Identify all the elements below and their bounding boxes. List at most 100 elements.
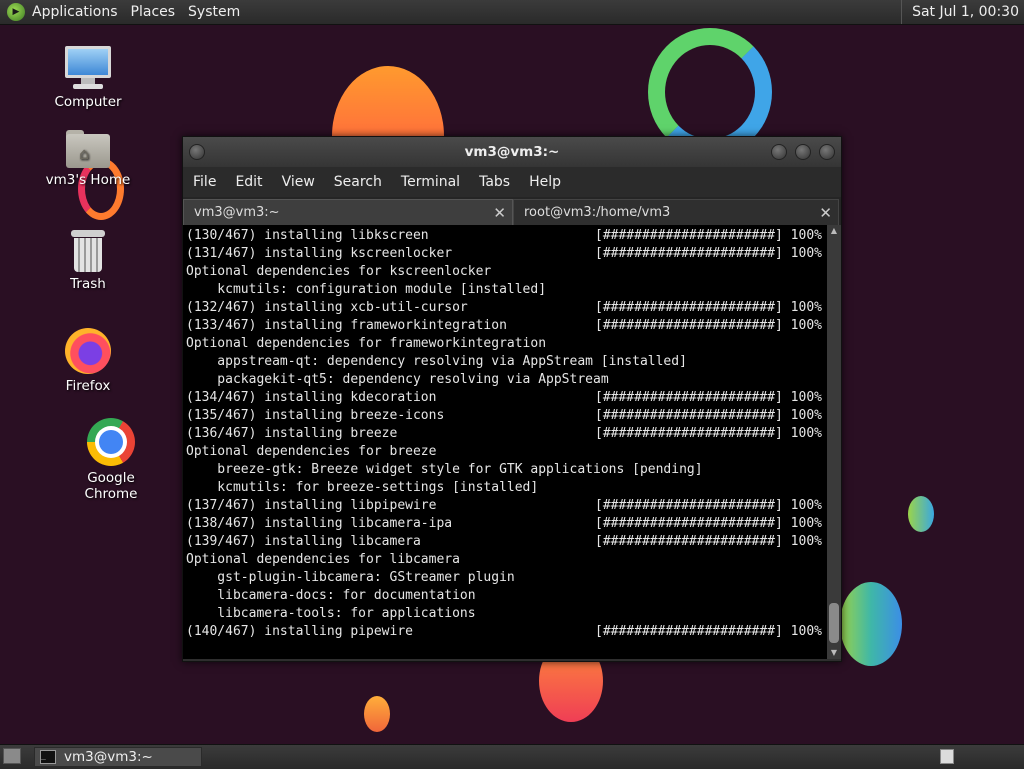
menu-file[interactable]: File	[193, 174, 216, 190]
terminal-line-text: breeze-gtk: Breeze widget style for GTK …	[186, 462, 703, 477]
terminal-line-text: (137/467) installing libpipewire	[186, 498, 437, 513]
scroll-up-icon[interactable]: ▲	[827, 225, 841, 237]
menu-places[interactable]: Places	[131, 4, 176, 20]
desktop-icon-home[interactable]: ⌂ vm3's Home	[38, 130, 138, 188]
menu-system[interactable]: System	[188, 4, 240, 20]
terminal-line: (133/467) installing frameworkintegratio…	[186, 317, 827, 335]
computer-icon	[65, 46, 111, 90]
trash-icon	[71, 230, 105, 272]
menu-edit[interactable]: Edit	[235, 174, 262, 190]
terminal-tabbar: vm3@vm3:~ ✕ root@vm3:/home/vm3 ✕	[183, 197, 841, 225]
terminal-line-text: Optional dependencies for breeze	[186, 444, 437, 459]
terminal-line: (134/467) installing kdecoration [#######…	[186, 389, 827, 407]
terminal-line-text: gst-plugin-libcamera: GStreamer plugin	[186, 570, 515, 585]
wallpaper-shape	[364, 696, 390, 732]
taskbar-label: vm3@vm3:~	[64, 749, 153, 765]
desktop-icon-trash[interactable]: Trash	[38, 230, 138, 292]
progress-bar-text: [######################] 100%	[595, 246, 822, 261]
scrollbar-thumb[interactable]	[829, 603, 839, 643]
menu-view[interactable]: View	[282, 174, 315, 190]
progress-bar-text: [######################] 100%	[595, 426, 822, 441]
terminal-line-text: (131/467) installing kscreenlocker	[186, 246, 453, 261]
terminal-line: Optional dependencies for frameworkinteg…	[186, 335, 827, 353]
terminal-window: vm3@vm3:~ File Edit View Search Terminal…	[182, 136, 842, 662]
tab-close-icon[interactable]: ✕	[819, 204, 832, 222]
close-button[interactable]	[819, 144, 835, 160]
progress-bar-text: [######################] 100%	[595, 318, 822, 333]
terminal-line: Optional dependencies for kscreenlocker	[186, 263, 827, 281]
home-folder-icon: ⌂	[66, 130, 110, 168]
terminal-line-text: (140/467) installing pipewire	[186, 624, 413, 639]
terminal-line: (130/467) installing libkscreen [########…	[186, 227, 827, 245]
top-panel: ▶ Applications Places System Sat Jul 1, …	[0, 0, 1024, 25]
terminal-line: (131/467) installing kscreenlocker [#####…	[186, 245, 827, 263]
wallpaper-shape	[840, 582, 902, 666]
terminal-line: (135/467) installing breeze-icons [######…	[186, 407, 827, 425]
workspace-switcher[interactable]	[940, 749, 954, 764]
terminal-line: libcamera-tools: for applications	[186, 605, 827, 623]
desktop-icon-firefox[interactable]: Firefox	[38, 328, 138, 394]
scroll-down-icon[interactable]: ▼	[827, 647, 841, 659]
terminal-line-text: kcmutils: for breeze-settings [installed…	[186, 480, 539, 495]
terminal-line: kcmutils: for breeze-settings [installed…	[186, 479, 827, 497]
progress-bar-text: [######################] 100%	[595, 624, 822, 639]
menu-terminal[interactable]: Terminal	[401, 174, 460, 190]
terminal-line: kcmutils: configuration module [installe…	[186, 281, 827, 299]
terminal-line: (140/467) installing pipewire [##########…	[186, 623, 827, 641]
applications-menu-icon[interactable]: ▶	[7, 3, 25, 21]
terminal-line: breeze-gtk: Breeze widget style for GTK …	[186, 461, 827, 479]
taskbar-terminal-button[interactable]: _ vm3@vm3:~	[34, 747, 202, 767]
window-title: vm3@vm3:~	[464, 144, 560, 160]
wallpaper-shape	[908, 496, 934, 532]
progress-bar-text: [######################] 100%	[595, 300, 822, 315]
terminal-line: (132/467) installing xcb-util-cursor [###…	[186, 299, 827, 317]
terminal-scrollbar[interactable]: ▲ ▼	[827, 225, 841, 659]
desktop-icon-computer[interactable]: Computer	[38, 46, 138, 110]
progress-bar-text: [######################] 100%	[595, 498, 822, 513]
desktop-icon-label: vm3's Home	[45, 172, 131, 188]
terminal-line-text: (136/467) installing breeze	[186, 426, 398, 441]
menu-search[interactable]: Search	[334, 174, 382, 190]
window-menu-button[interactable]	[189, 144, 205, 160]
progress-bar-text: [######################] 100%	[595, 408, 822, 423]
terminal-line-text: (132/467) installing xcb-util-cursor	[186, 300, 468, 315]
terminal-line-text: (133/467) installing frameworkintegratio…	[186, 318, 507, 333]
terminal-line-text: appstream-qt: dependency resolving via A…	[186, 354, 687, 369]
menu-tabs[interactable]: Tabs	[479, 174, 510, 190]
terminal-line: (136/467) installing breeze [############…	[186, 425, 827, 443]
terminal-line: (137/467) installing libpipewire [#######…	[186, 497, 827, 515]
tab-vm3[interactable]: vm3@vm3:~ ✕	[183, 199, 513, 225]
panel-clock[interactable]: Sat Jul 1, 00:30	[901, 0, 1024, 24]
tab-close-icon[interactable]: ✕	[493, 204, 506, 222]
minimize-button[interactable]	[771, 144, 787, 160]
terminal-output[interactable]: (130/467) installing libkscreen [########…	[183, 225, 827, 659]
maximize-button[interactable]	[795, 144, 811, 160]
terminal-line-text: (135/467) installing breeze-icons	[186, 408, 445, 423]
tab-label: vm3@vm3:~	[194, 205, 280, 220]
terminal-line-text: (134/467) installing kdecoration	[186, 390, 437, 405]
terminal-line: (138/467) installing libcamera-ipa [#####…	[186, 515, 827, 533]
terminal-line: Optional dependencies for libcamera	[186, 551, 827, 569]
terminal-line-text: (130/467) installing libkscreen	[186, 228, 429, 243]
firefox-icon	[65, 328, 111, 374]
terminal-line: gst-plugin-libcamera: GStreamer plugin	[186, 569, 827, 587]
terminal-line: appstream-qt: dependency resolving via A…	[186, 353, 827, 371]
terminal-line-text: (139/467) installing libcamera	[186, 534, 421, 549]
progress-bar-text: [######################] 100%	[595, 228, 822, 243]
show-desktop-icon[interactable]	[3, 748, 21, 764]
tab-root[interactable]: root@vm3:/home/vm3 ✕	[513, 199, 839, 225]
desktop-icon-label: Google Chrome	[84, 470, 138, 502]
desktop-icon-label: Computer	[54, 94, 122, 110]
desktop-icon-chrome[interactable]: Google Chrome	[60, 418, 162, 502]
menu-applications[interactable]: Applications	[32, 4, 118, 20]
progress-bar-text: [######################] 100%	[595, 534, 822, 549]
terminal-line-text: libcamera-tools: for applications	[186, 606, 476, 621]
bottom-panel: _ vm3@vm3:~	[0, 744, 1024, 769]
window-titlebar[interactable]: vm3@vm3:~	[183, 137, 841, 167]
terminal-line-text: Optional dependencies for kscreenlocker	[186, 264, 492, 279]
desktop-icon-label: Trash	[70, 276, 106, 292]
menu-help[interactable]: Help	[529, 174, 561, 190]
terminal-line: packagekit-qt5: dependency resolving via…	[186, 371, 827, 389]
terminal-line: Optional dependencies for breeze	[186, 443, 827, 461]
tab-label: root@vm3:/home/vm3	[524, 205, 671, 220]
